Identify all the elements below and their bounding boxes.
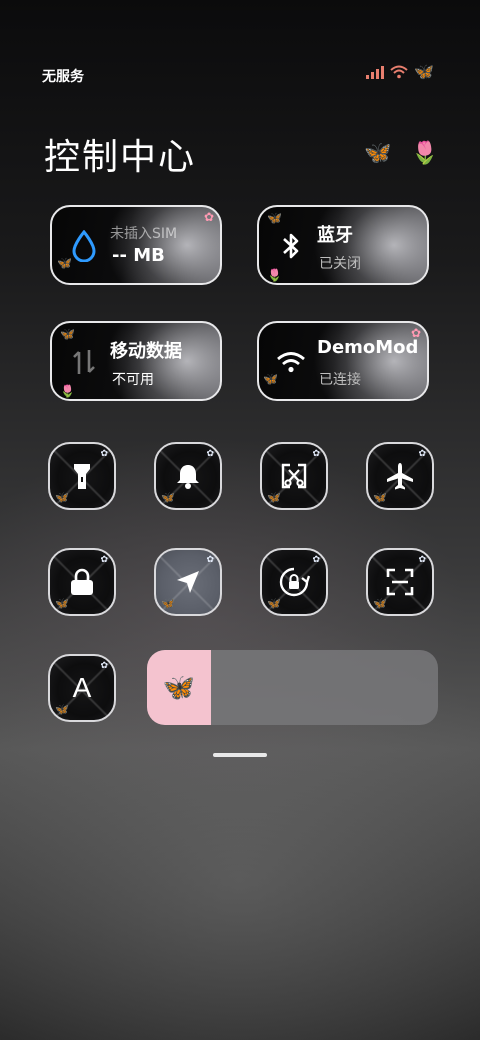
bluetooth-icon	[275, 229, 307, 263]
tulip-icon: 🌷	[411, 141, 439, 166]
status-bar: 无服务 🦋	[0, 0, 480, 110]
ring-toggle[interactable]: ✿ 🦋	[154, 442, 222, 510]
butterfly-icon: 🦋	[60, 327, 75, 341]
tulip-icon: 🌷	[60, 384, 75, 398]
location-toggle[interactable]: ✿ 🦋	[154, 548, 222, 616]
tile-value: 已连接	[319, 372, 361, 388]
scanner-toggle[interactable]: ✿ 🦋	[366, 548, 434, 616]
tile-value: 不可用	[112, 372, 154, 388]
tile-label: 未插入SIM	[110, 226, 178, 242]
wifi-icon	[275, 345, 307, 379]
wifi-tile[interactable]: DemoMod 已连接 🦋 ✿	[257, 321, 429, 401]
butterfly-icon: 🦋	[267, 597, 281, 610]
tile-label: DemoMod	[317, 337, 419, 358]
page-title: 控制中心	[44, 137, 197, 178]
sparkle-icon: ✿	[312, 449, 320, 459]
butterfly-icon: 🦋	[55, 597, 69, 610]
butterfly-icon: 🦋	[364, 141, 392, 166]
data-usage-tile[interactable]: 未插入SIM -- MB 🦋 ✿	[50, 205, 222, 285]
screenshot-icon	[281, 463, 307, 489]
butterfly-icon: 🦋	[373, 491, 387, 504]
sparkle-icon: ✿	[312, 555, 320, 565]
brightness-fill: 🦋	[147, 650, 211, 725]
sparkle-icon: ✿	[206, 555, 214, 565]
butterfly-icon: 🦋	[373, 597, 387, 610]
sparkle-icon: ✿	[100, 555, 108, 565]
sparkle-icon: ✿	[418, 449, 426, 459]
lock-screen-toggle[interactable]: ✿ 🦋	[48, 548, 116, 616]
flashlight-icon	[74, 464, 90, 489]
butterfly-icon: 🦋	[263, 372, 278, 386]
butterfly-icon: 🦋	[267, 211, 282, 225]
wifi-icon	[390, 65, 408, 79]
signal-bars-icon	[366, 65, 385, 79]
butterfly-icon: 🦋	[267, 491, 281, 504]
tile-value: -- MB	[112, 245, 165, 266]
location-icon	[177, 571, 199, 593]
flower-icon: ✿	[204, 210, 215, 224]
mobile-data-tile[interactable]: 移动数据 不可用 🦋 🌷	[50, 321, 222, 401]
butterfly-icon: 🦋	[55, 703, 69, 716]
tile-label: 蓝牙	[317, 225, 353, 246]
tile-value: 已关闭	[319, 256, 361, 272]
airplane-toggle[interactable]: ✿ 🦋	[366, 442, 434, 510]
font-size-button[interactable]: A ✿ 🦋	[48, 654, 116, 722]
airplane-icon	[387, 463, 413, 490]
carrier-text: 无服务	[42, 69, 84, 85]
mobile-data-icon	[68, 345, 100, 379]
flower-icon: ✿	[411, 326, 422, 340]
sparkle-icon: ✿	[418, 555, 426, 565]
butterfly-icon: 🦋	[55, 491, 69, 504]
bluetooth-tile[interactable]: 蓝牙 已关闭 🦋 🌷	[257, 205, 429, 285]
butterfly-icon: 🦋	[414, 62, 434, 81]
panel-drag-handle[interactable]	[213, 753, 267, 757]
drop-icon	[68, 229, 100, 263]
status-icons: 🦋	[366, 64, 434, 80]
tulip-icon: 🌷	[267, 268, 282, 282]
font-button-label: A	[72, 672, 92, 703]
brightness-slider[interactable]: 🦋	[147, 650, 438, 725]
bell-icon	[177, 465, 199, 489]
lock-icon	[71, 568, 93, 595]
butterfly-icon: 🦋	[161, 491, 175, 504]
tile-label: 移动数据	[110, 341, 182, 362]
butterfly-icon[interactable]: 🦋	[163, 673, 195, 703]
butterfly-icon: 🦋	[57, 256, 72, 270]
rotation-lock-icon	[279, 567, 310, 597]
sparkle-icon: ✿	[100, 661, 108, 671]
screenshot-toggle[interactable]: ✿ 🦋	[260, 442, 328, 510]
scan-icon	[386, 568, 414, 596]
butterfly-icon: 🦋	[161, 597, 175, 610]
sparkle-icon: ✿	[206, 449, 214, 459]
flashlight-toggle[interactable]: ✿ 🦋	[48, 442, 116, 510]
rotation-lock-toggle[interactable]: ✿ 🦋	[260, 548, 328, 616]
sparkle-icon: ✿	[100, 449, 108, 459]
